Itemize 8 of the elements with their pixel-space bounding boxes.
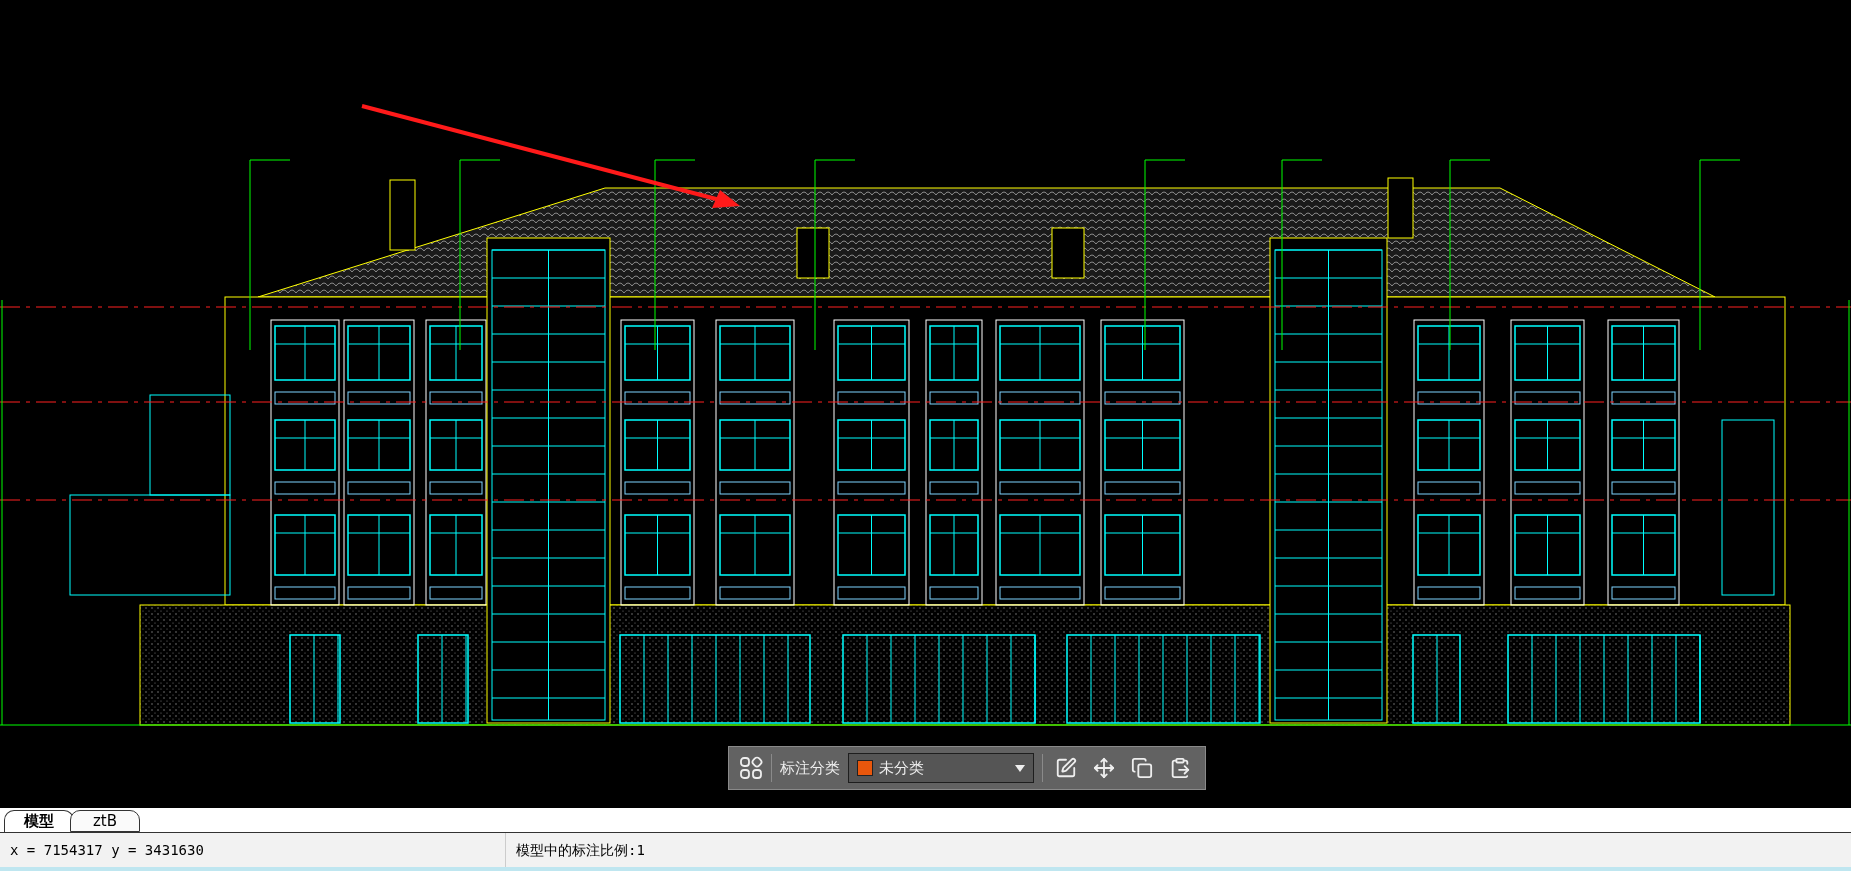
annotation-scale-text: 模型中的标注比例:1 — [515, 841, 646, 860]
shapes-icon[interactable] — [739, 756, 763, 780]
coordinates-readout: x = 7154317 y = 3431630 — [0, 833, 506, 867]
caret-icon — [1015, 764, 1025, 772]
layout-tab[interactable]: ztB — [70, 810, 140, 832]
layout-tab[interactable]: 模型 — [4, 810, 74, 832]
category-dropdown[interactable]: 未分类 — [848, 753, 1034, 783]
annotation-category-label: 标注分类 — [780, 758, 840, 778]
